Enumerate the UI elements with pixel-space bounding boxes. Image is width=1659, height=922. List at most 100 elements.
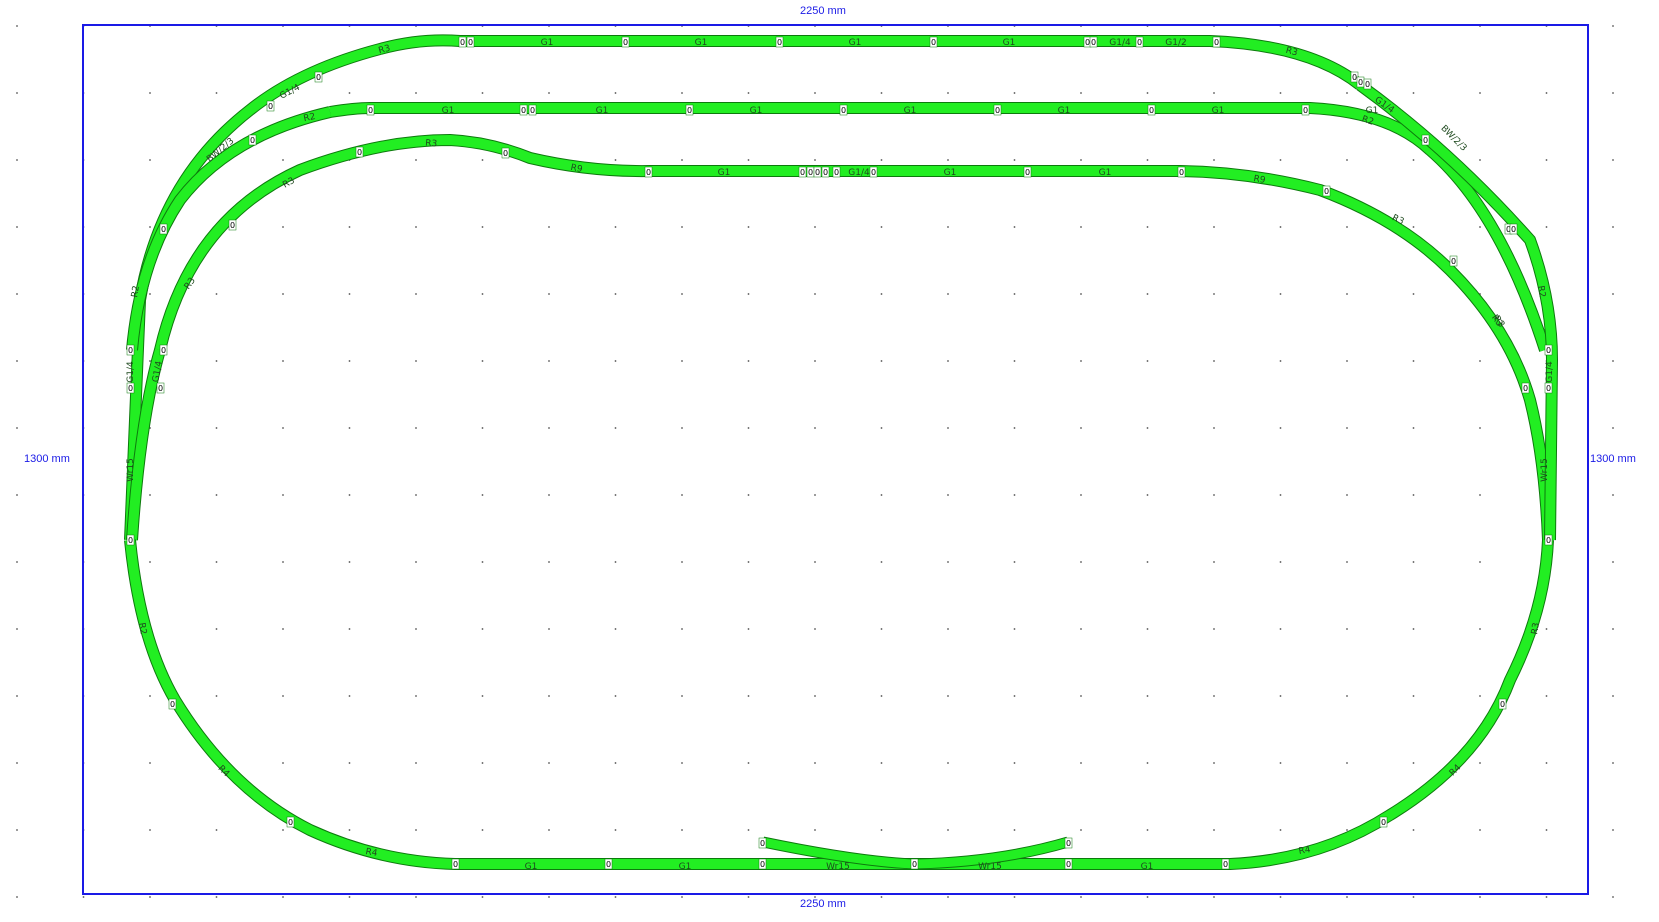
track-joint[interactable]: 0 <box>286 816 295 828</box>
track-joint[interactable]: 0 <box>451 858 460 870</box>
track-joint[interactable]: 0 <box>126 382 135 394</box>
track-joint[interactable]: 0 <box>366 104 375 116</box>
track-label-inner-top: R3 <box>425 139 438 150</box>
track-joint[interactable]: 0 <box>168 698 177 710</box>
grid-dot <box>1080 360 1082 362</box>
track-joint[interactable]: 0 <box>839 104 848 116</box>
track-joint[interactable]: 0 <box>775 36 784 48</box>
svg-text:0: 0 <box>503 149 508 158</box>
track-label-outer-top: G1 <box>695 38 708 48</box>
track-joint[interactable]: 0 <box>1322 185 1331 197</box>
grid-dot <box>880 628 883 630</box>
track-joint[interactable]: 0 <box>159 223 168 235</box>
track-joint[interactable]: 0 <box>156 382 165 394</box>
track-joint[interactable]: 0 <box>813 166 822 178</box>
track-joint[interactable]: 0 <box>1064 858 1073 870</box>
track-joint[interactable]: 0 <box>910 858 919 870</box>
grid-dot <box>215 561 218 563</box>
track-joint[interactable]: 0 <box>466 36 475 48</box>
grid-dot <box>947 92 949 94</box>
svg-text:0: 0 <box>468 38 473 47</box>
track-joint[interactable]: 0 <box>1089 36 1098 48</box>
grid-dot <box>1013 829 1016 831</box>
track-joint[interactable]: 0 <box>126 344 135 356</box>
track-joint[interactable]: 0 <box>1064 837 1073 849</box>
track-label-bottom: Wr15 <box>978 862 1002 872</box>
track-joint[interactable]: 0 <box>821 166 830 178</box>
grid-dot <box>215 695 218 697</box>
track-joint[interactable]: 0 <box>1356 76 1365 88</box>
track-joint[interactable]: 0 <box>869 166 878 178</box>
track-layout-canvas[interactable]: R3G1 G1 G1 G1 G1/4 G1/2R3R2G1 G1 G1 G1 G1 G1 G1R2R3… <box>0 0 1659 922</box>
svg-text:0: 0 <box>161 225 166 234</box>
grid-dot <box>481 360 484 362</box>
grid-dot <box>415 762 417 764</box>
track-joint[interactable]: 0 <box>1544 382 1553 394</box>
grid-dot <box>614 92 617 94</box>
track-joint[interactable]: 0 <box>314 71 323 83</box>
track-joint[interactable]: 0 <box>159 344 168 356</box>
grid-dot <box>681 360 683 362</box>
track-joint[interactable]: 0 <box>798 166 807 178</box>
grid-dot <box>1612 628 1614 630</box>
track-joint[interactable]: 0 <box>621 36 630 48</box>
track-joint[interactable]: 0 <box>501 147 510 159</box>
track-joint[interactable]: 0 <box>1421 134 1430 146</box>
track-joint[interactable]: 0 <box>228 219 237 231</box>
grid-dot <box>614 226 617 228</box>
track-joint[interactable]: 0 <box>1135 36 1144 48</box>
svg-text:0: 0 <box>1066 839 1071 848</box>
track-joint[interactable]: 0 <box>1521 382 1530 394</box>
track-label-bottom: G1 <box>525 862 538 872</box>
track-joint[interactable]: 0 <box>806 166 815 178</box>
grid-dot <box>1080 829 1082 831</box>
track-joint[interactable]: 0 <box>758 858 767 870</box>
track-joint[interactable]: 0 <box>1498 698 1507 710</box>
track-joint[interactable]: 0 <box>1147 104 1156 116</box>
track-label-middle-top: G1 <box>596 106 609 116</box>
track-joint[interactable]: 0 <box>758 837 767 849</box>
track-joint[interactable]: 0 <box>1301 104 1310 116</box>
track-joint[interactable]: 0 <box>1449 255 1458 267</box>
track-joint[interactable]: 0 <box>458 36 467 48</box>
track-joint[interactable]: 0 <box>832 166 841 178</box>
svg-text:0: 0 <box>1223 860 1228 869</box>
grid-dot <box>348 628 351 630</box>
track-joint[interactable]: 0 <box>1544 534 1553 546</box>
grid-dot <box>1146 762 1149 764</box>
grid-dot <box>614 360 617 362</box>
grid-dot <box>947 695 949 697</box>
svg-text:0: 0 <box>1423 136 1428 145</box>
track-joint[interactable]: 0 <box>929 36 938 48</box>
grid-dot <box>1545 159 1548 161</box>
track-joint[interactable]: 0 <box>126 534 135 546</box>
track-joint[interactable]: 0 <box>355 146 364 158</box>
track-joint[interactable]: 0 <box>1363 78 1372 90</box>
grid-dot <box>282 695 284 697</box>
grid-dot <box>215 92 218 94</box>
track-joint[interactable]: 0 <box>644 166 653 178</box>
grid-dot <box>1412 829 1415 831</box>
track-joint[interactable]: 0 <box>685 104 694 116</box>
svg-text:0: 0 <box>834 168 839 177</box>
track-joint[interactable]: 0 <box>519 104 528 116</box>
track-joint[interactable]: 0 <box>1544 344 1553 356</box>
track-joint[interactable]: 0 <box>528 104 537 116</box>
track-joint[interactable]: 0 <box>604 858 613 870</box>
grid-dot <box>880 762 883 764</box>
track-joint[interactable]: 0 <box>1221 858 1230 870</box>
track-joint[interactable]: 0 <box>266 100 275 112</box>
grid-dot <box>415 293 417 295</box>
grid-dot <box>548 628 550 630</box>
track-joint[interactable]: 0 <box>1023 166 1032 178</box>
track-joint[interactable]: 0 <box>1509 223 1518 235</box>
track-pieces[interactable] <box>124 34 1559 870</box>
track-joint[interactable]: 0 <box>248 134 257 146</box>
track-joint[interactable]: 0 <box>1177 166 1186 178</box>
grid-dot <box>1612 427 1614 429</box>
track-joint[interactable]: 0 <box>1212 36 1221 48</box>
grid-dot <box>681 896 683 898</box>
track-joint[interactable]: 0 <box>993 104 1002 116</box>
track-joint[interactable]: 0 <box>1379 816 1388 828</box>
grid-dot <box>348 427 351 429</box>
